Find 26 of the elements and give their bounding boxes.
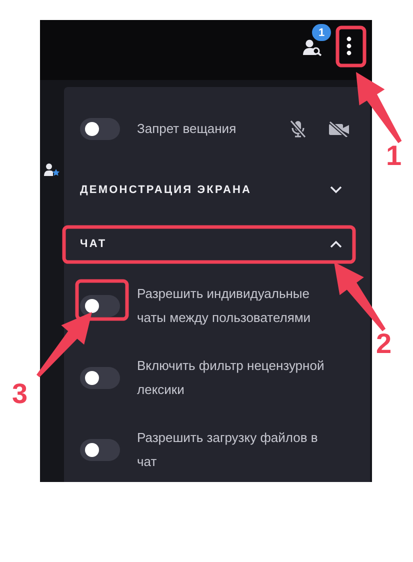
setting-label: Включить фильтр нецензурной лексики — [137, 357, 326, 399]
section-header[interactable]: ЧАТ — [80, 226, 354, 262]
callout-number: 1 — [386, 142, 402, 170]
section-header[interactable]: ДЕМОНСТРАЦИЯ ЭКРАНА — [80, 172, 354, 208]
setting-label: Запрет вещания — [137, 120, 238, 138]
muted-microphone-icon[interactable] — [290, 120, 306, 138]
annotation-arrow — [36, 312, 92, 378]
setting-label: Разрешить загрузку файлов в чат — [137, 429, 319, 471]
annotation-arrow — [356, 72, 402, 144]
setting-label: Разрешить индивидуальные чаты между пользователями — [137, 285, 312, 327]
toggle-switch[interactable] — [80, 118, 120, 140]
toggle-switch[interactable] — [80, 367, 120, 389]
notification-badge: 1 — [312, 24, 331, 41]
highlight-frame — [75, 279, 129, 321]
callout-number: 3 — [12, 380, 28, 408]
chevron-up-icon — [330, 240, 342, 248]
toggle-switch[interactable] — [80, 439, 120, 461]
highlight-frame — [336, 26, 366, 68]
more-options-icon[interactable] — [346, 36, 352, 56]
user-star-icon — [44, 163, 60, 177]
callout-number: 2 — [376, 330, 392, 358]
user-search-icon[interactable] — [303, 39, 322, 56]
annotation-arrow — [334, 262, 386, 332]
toggle-switch[interactable] — [80, 295, 120, 317]
camera-off-icon[interactable] — [328, 121, 350, 137]
chevron-down-icon — [330, 186, 342, 194]
